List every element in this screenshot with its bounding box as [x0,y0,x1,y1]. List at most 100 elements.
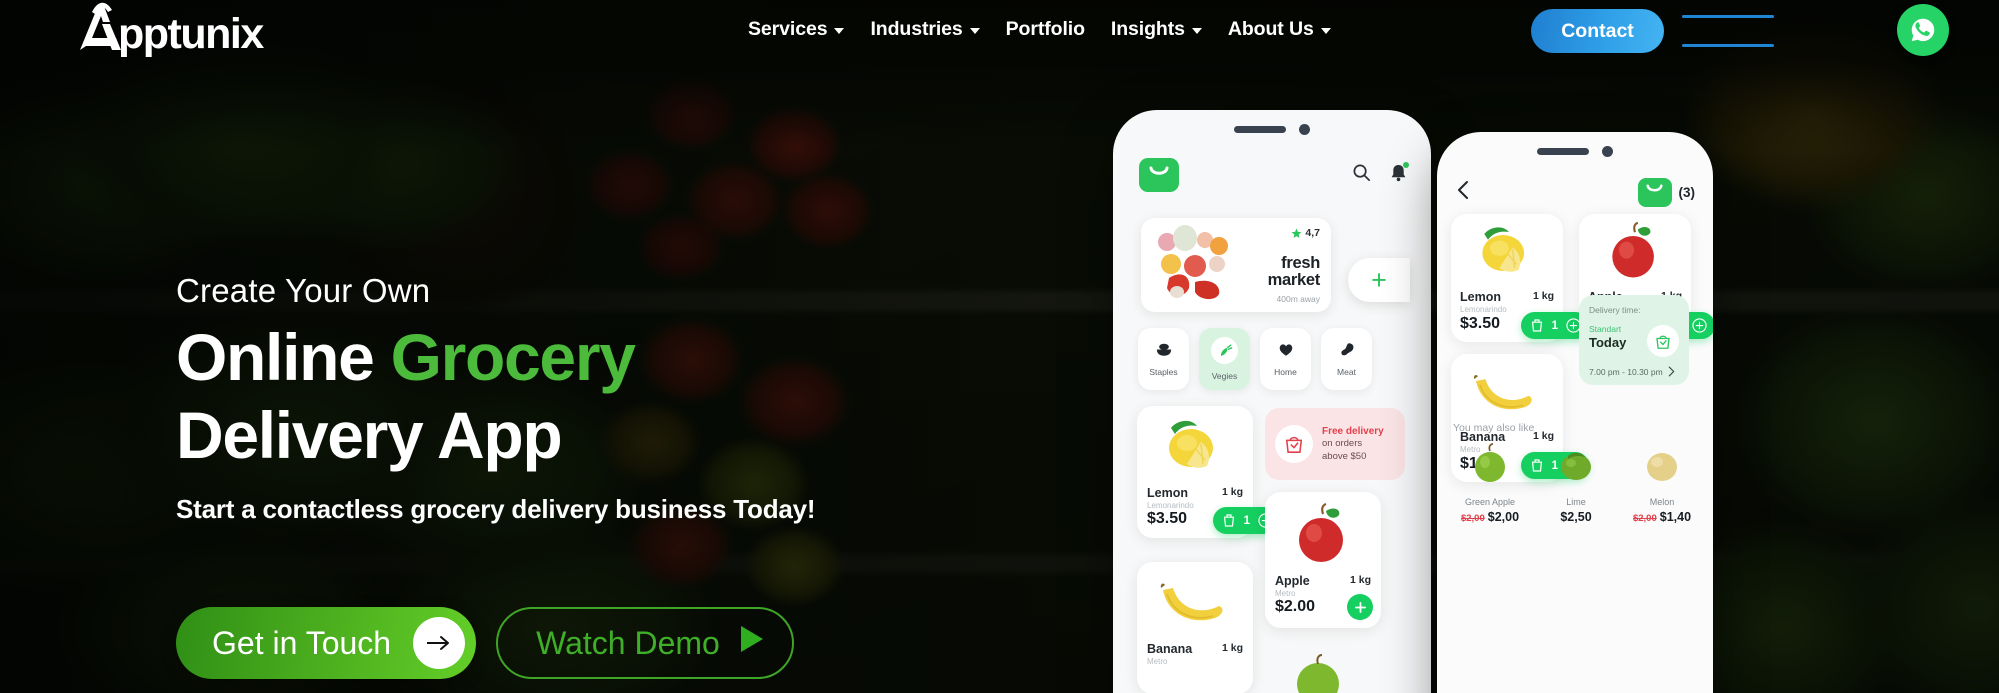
also-like-old-price: $2,00 [1632,513,1657,524]
delivery-time-card[interactable]: Delivery time: Standart Today 7.00 pm - … [1579,295,1689,385]
hero-section: pptunix Services Industries Portfolio In… [0,0,1999,693]
hamburger-menu-icon[interactable] [1682,12,1774,48]
hero-eyebrow: Create Your Own [176,272,431,309]
chevron-left-icon[interactable] [1457,180,1470,205]
product-card-apple[interactable]: Apple Metro 1 kg $2.00 [1265,492,1381,628]
phone-notch [1437,132,1713,170]
plus-icon[interactable]: + [1348,258,1410,302]
hero-subheading: Start a contactless grocery delivery bus… [176,494,816,524]
chevron-down-icon [969,28,980,34]
app-header-right: (3) [1457,178,1695,207]
category-staples[interactable]: Staples [1138,328,1189,390]
headline-line-2: Delivery App [176,398,563,472]
apptunix-logo[interactable]: pptunix [72,0,272,62]
app-header-left [1139,158,1409,192]
cart-item-weight: 1 kg [1532,430,1554,442]
delivery-window: 7.00 pm - 10.30 pm [1589,366,1663,377]
product-card-lemon[interactable]: Lemon Lemonarindo 1 kg $3.50 1 [1137,406,1281,538]
watch-demo-label: Watch Demo [536,624,720,661]
nav-label-about-us: About Us [1227,18,1314,40]
headline-part-1: Online [176,320,391,394]
menu-bar-top [1682,15,1774,18]
delivery-window-row: 7.00 pm - 10.30 pm [1589,366,1675,377]
lemon-icon [1482,227,1525,272]
nav-item-industries[interactable]: Industries [857,14,992,45]
star-icon [1291,228,1302,238]
contact-button[interactable]: Contact [1531,9,1664,53]
cart-count: (3) [1678,185,1696,200]
notch-speaker [1537,147,1589,155]
delivery-bag-icon [1275,425,1313,463]
get-in-touch-button[interactable]: Get in Touch [176,607,477,679]
carrot-icon [1211,337,1238,364]
meat-icon [1339,342,1355,360]
green-apple-icon [1297,654,1339,693]
chevron-down-icon [834,28,845,34]
nav-item-portfolio[interactable]: Portfolio [993,14,1098,45]
also-like-new-price: $1,40 [1659,510,1692,524]
site-header: pptunix Services Industries Portfolio In… [0,0,1999,62]
nav-item-insights[interactable]: Insights [1098,14,1215,45]
nav-label-services: Services [748,18,828,40]
product-title: Apple [1275,574,1310,588]
product-title: Banana [1147,642,1193,656]
also-like-price-row: $2,00 $1,40 [1623,510,1701,524]
also-like-title: You may also like [1453,422,1535,434]
category-vegies[interactable]: Vegies [1199,328,1250,390]
headline-accent: Grocery [390,320,636,394]
add-to-cart-button[interactable] [1347,594,1373,620]
product-weight: 1 kg [1221,486,1243,498]
quantity-value: 1 [1243,514,1250,527]
category-home[interactable]: Home [1260,328,1311,390]
category-label: Vegies [1211,371,1238,381]
promo-line2: on orders [1322,438,1363,450]
cart-item-lemon[interactable]: Lemon Lemonarindo 1 kg $3.50 1 [1451,214,1589,342]
phone-mockup-right: (3) Lemon Lemonarindo 1 kg $3.50 1 Banan… [1437,132,1713,693]
nav-item-services[interactable]: Services [735,14,857,45]
page-title: Online Grocery Delivery App [176,324,815,468]
rice-bowl-icon [1156,342,1172,360]
quantity-value: 1 [1551,319,1558,332]
also-like-price-row: $2,00 $2,00 [1451,510,1529,524]
product-card-banana[interactable]: Banana Metro 1 kg [1137,562,1253,693]
apple-icon [1299,502,1343,562]
cart-item-title: Lemon [1460,290,1501,304]
also-like-green-apple[interactable]: Green Apple $2,00 $2,00 [1451,442,1529,524]
bell-icon[interactable] [1390,162,1409,187]
trash-icon[interactable] [1221,513,1237,529]
store-distance: 400m away [1276,294,1320,304]
also-like-lime[interactable]: Lime $2,50 [1537,442,1615,524]
grocery-bag-smile-icon [1139,158,1179,192]
cart-indicator[interactable]: (3) [1637,178,1696,207]
store-name-line2: market [1267,270,1321,289]
nav-item-about-us[interactable]: About Us [1215,14,1344,45]
also-like-price-row: $2,50 [1537,510,1615,524]
category-label: Staples [1149,366,1178,377]
notch-camera [1299,123,1310,135]
get-in-touch-label: Get in Touch [212,624,392,661]
arrow-right-icon [413,617,466,669]
product-weight: 1 kg [1221,642,1243,654]
phone-notch [1113,110,1431,148]
menu-bar-bottom [1682,44,1774,47]
store-card[interactable]: 4,7 fresh market 400m away [1141,218,1331,312]
heart-icon [1278,342,1294,360]
watch-demo-button[interactable]: Watch Demo [496,607,794,679]
promo-bold: Free delivery [1322,425,1384,437]
also-like-melon[interactable]: Melon $2,00 $1,40 [1623,442,1701,524]
cart-item-subtitle: Lemonarindo [1460,305,1507,314]
whatsapp-icon[interactable] [1897,4,1949,56]
category-row: Staples Vegies Home Meat [1138,328,1372,390]
app-header-icons [1352,162,1409,187]
plus-icon[interactable] [1691,318,1707,334]
category-meat[interactable]: Meat [1321,328,1372,390]
product-subtitle: Metro [1147,657,1168,666]
melon-icon [1647,453,1677,481]
nav-label-portfolio: Portfolio [1005,18,1085,40]
also-like-name: Green Apple [1464,497,1516,507]
cart-item-weight: 1 kg [1532,290,1554,302]
lemon-icon [1169,420,1213,468]
search-icon[interactable] [1352,163,1371,187]
delivery-bag-icon [1647,325,1679,357]
trash-icon[interactable] [1529,318,1545,334]
